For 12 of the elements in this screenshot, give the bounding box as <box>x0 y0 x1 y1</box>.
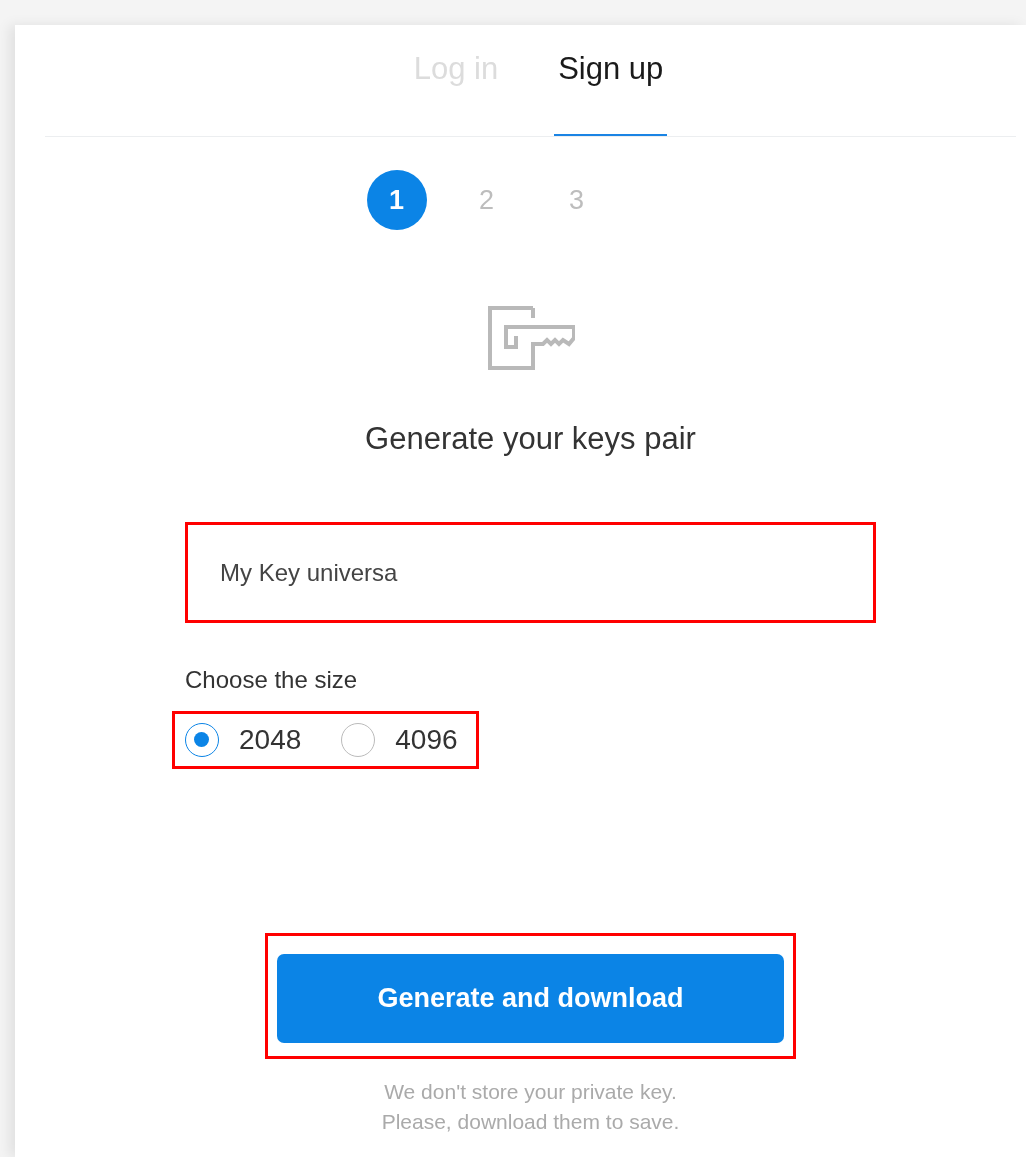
size-label: Choose the size <box>185 666 358 694</box>
radio-label[interactable]: 2048 <box>239 724 302 756</box>
step-indicator: 1 <box>366 170 427 230</box>
key-icon <box>486 305 575 371</box>
step-indicator: 2 <box>478 183 495 217</box>
footnote: We don't store your private key. <box>384 1079 677 1105</box>
footnote: Please, download them to save. <box>381 1109 680 1135</box>
radio-label[interactable]: 4096 <box>395 724 458 756</box>
step-indicator: 3 <box>568 183 585 217</box>
tab[interactable]: Sign up <box>554 25 668 136</box>
generate-button[interactable]: Generate and download <box>277 954 784 1043</box>
title: Generate your keys pair <box>365 421 696 457</box>
